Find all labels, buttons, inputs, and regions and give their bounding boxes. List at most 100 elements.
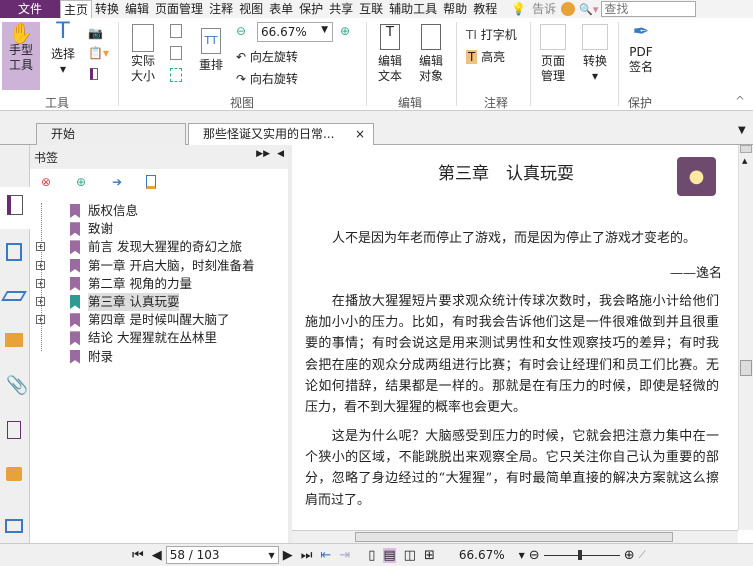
- zoom-select[interactable]: 66.67% ▼: [257, 22, 333, 42]
- previous-view-icon[interactable]: ⇤: [320, 548, 331, 563]
- resize-grip-icon[interactable]: ⟋: [639, 550, 646, 561]
- facing-page-icon[interactable]: ◫: [404, 548, 416, 563]
- fit-width-icon[interactable]: [170, 46, 182, 60]
- paragraph-line: 施加小小的压力。比如，有时我会告诉他们这是一件很难做到并且很重: [305, 315, 719, 331]
- goto-bookmark-icon[interactable]: ➔: [112, 175, 122, 189]
- expand-toggle[interactable]: +: [36, 278, 45, 288]
- vertical-scroll-thumb[interactable]: [740, 360, 752, 376]
- continuous-page-icon[interactable]: ▤: [383, 547, 396, 563]
- bookmark-item[interactable]: 结论 大猩猩就在丛林里: [70, 329, 217, 347]
- bookmark-item[interactable]: 版权信息: [70, 202, 138, 220]
- menu-accessibility[interactable]: 辅助工具: [386, 0, 440, 18]
- menu-convert[interactable]: 转换: [92, 0, 122, 18]
- convert-button[interactable]: 转换 ▾: [580, 24, 610, 84]
- horizontal-scrollbar[interactable]: [292, 530, 738, 543]
- select-button[interactable]: T 选择 ▾: [46, 19, 80, 77]
- add-bookmark-icon[interactable]: ⊕: [76, 175, 86, 189]
- expand-toggle[interactable]: +: [36, 297, 45, 306]
- layers-icon[interactable]: [1, 291, 27, 301]
- bookmark-item[interactable]: 第四章 是时候叫醒大脑了: [70, 311, 229, 329]
- collapse-ribbon-icon[interactable]: ^: [735, 94, 745, 108]
- menu-help[interactable]: 帮助: [440, 0, 470, 18]
- bookmark-panel-icon[interactable]: [0, 187, 30, 229]
- tab-document[interactable]: 那些怪诞又实用的日常... ×: [188, 123, 374, 145]
- edit-text-button[interactable]: T 编辑文本: [374, 24, 406, 88]
- zoom-slider[interactable]: [543, 549, 620, 560]
- expand-toggle[interactable]: +: [36, 242, 45, 252]
- menu-tutorial[interactable]: 教程: [470, 0, 500, 18]
- continuous-facing-icon[interactable]: ⊞: [424, 548, 435, 563]
- page-manage-button[interactable]: 页面管理: [536, 24, 570, 88]
- fit-page-icon[interactable]: [170, 24, 182, 38]
- bookmark-item[interactable]: 前言 发现大猩猩的奇幻之旅: [70, 238, 242, 256]
- group-edit-label: 编辑: [398, 96, 423, 110]
- next-view-icon[interactable]: ⇥: [339, 548, 350, 563]
- prev-page-icon[interactable]: ◀: [152, 548, 162, 563]
- typewriter-button[interactable]: TI 打字机: [466, 26, 517, 43]
- bookmark-item[interactable]: 致谢: [70, 220, 113, 238]
- menu-share[interactable]: 共享: [326, 0, 356, 18]
- select-cursor-icon: T: [56, 19, 70, 44]
- zoom-out-button[interactable]: ⊖: [529, 548, 540, 563]
- attachment-icon[interactable]: 📎: [6, 375, 28, 396]
- horizontal-scroll-thumb[interactable]: [355, 532, 673, 542]
- file-menu[interactable]: 文件: [0, 0, 60, 18]
- signature-icon[interactable]: [7, 421, 21, 439]
- pages-icon[interactable]: [6, 243, 22, 261]
- clipboard-icon[interactable]: 📋▾: [88, 46, 109, 60]
- menu-page-manage[interactable]: 页面管理: [152, 0, 206, 18]
- page-input[interactable]: 58 / 103 ▼: [165, 546, 279, 564]
- hand-tool-button[interactable]: ✋ 手型工具: [2, 22, 40, 90]
- group-protect-label: 保护: [628, 96, 653, 110]
- last-page-icon[interactable]: ⏭: [301, 548, 313, 563]
- expand-toggle[interactable]: +: [36, 260, 45, 270]
- menu-edit[interactable]: 编辑: [122, 0, 152, 18]
- pdf-sign-button[interactable]: ✒ PDF签名: [624, 21, 658, 81]
- bookmark-options-icon[interactable]: [146, 175, 156, 189]
- search-input[interactable]: [601, 1, 697, 17]
- form-icon[interactable]: [5, 519, 23, 533]
- collapse-panel-icon[interactable]: ◀: [277, 149, 284, 159]
- bookmark-item[interactable]: 第二章 视角的力量: [70, 275, 192, 293]
- tab-list-icon[interactable]: ▼: [738, 125, 746, 136]
- bookmark-item[interactable]: 附录: [70, 348, 113, 366]
- bookmark-item[interactable]: 第一章 开启大脑，时刻准备着: [70, 257, 254, 275]
- menu-home[interactable]: 主页: [60, 0, 93, 19]
- bookmark-page-icon[interactable]: [90, 68, 98, 80]
- menu-comment[interactable]: 注释: [206, 0, 236, 18]
- single-page-icon[interactable]: ▯: [368, 548, 375, 563]
- rotate-right-button[interactable]: ↷ 向右旋转: [236, 70, 298, 87]
- zoom-out-icon[interactable]: ⊖: [236, 24, 246, 38]
- zoom-in-icon[interactable]: ⊕: [340, 24, 350, 38]
- snapshot-icon[interactable]: 📷: [88, 26, 103, 40]
- reflow-button[interactable]: TT 重排: [196, 28, 226, 73]
- zoom-in-button[interactable]: ⊕: [624, 548, 635, 563]
- expand-panel-icon[interactable]: ▶▶: [256, 149, 270, 159]
- zoom-slider-thumb[interactable]: [577, 549, 582, 560]
- epigraph: 人不是因为年老而停止了游戏，而是因为停止了游戏才变老的。: [332, 231, 697, 246]
- close-tab-icon[interactable]: ×: [355, 124, 365, 144]
- first-page-icon[interactable]: ⏮: [132, 548, 144, 563]
- tell-me[interactable]: 告诉: [529, 0, 557, 18]
- heart-icon[interactable]: [561, 2, 576, 16]
- actual-size-button[interactable]: 实际大小: [126, 24, 160, 86]
- delete-bookmark-icon[interactable]: ⊗: [41, 175, 51, 189]
- highlight-button[interactable]: T 高亮: [466, 48, 505, 65]
- find-icon[interactable]: 🔍▾: [579, 3, 598, 16]
- fit-visible-icon[interactable]: [170, 68, 182, 82]
- menu-protect[interactable]: 保护: [296, 0, 326, 18]
- vertical-scrollbar[interactable]: ▲: [738, 145, 753, 530]
- bookmark-item[interactable]: 第三章 认真玩耍: [70, 293, 180, 311]
- rotate-left-button[interactable]: ↶ 向左旋转: [236, 48, 298, 65]
- convert-icon: [582, 24, 608, 50]
- expand-toggle[interactable]: +: [36, 315, 45, 325]
- next-page-icon[interactable]: ▶: [283, 548, 293, 563]
- zoom-level[interactable]: 66.67%: [459, 548, 505, 562]
- menu-connect[interactable]: 互联: [356, 0, 386, 18]
- lock-icon[interactable]: [6, 467, 22, 481]
- comments-icon[interactable]: [5, 333, 23, 347]
- tab-start[interactable]: 开始: [36, 123, 186, 145]
- edit-object-button[interactable]: 编辑对象: [412, 24, 450, 88]
- menu-view[interactable]: 视图: [236, 0, 266, 18]
- menu-form[interactable]: 表单: [266, 0, 296, 18]
